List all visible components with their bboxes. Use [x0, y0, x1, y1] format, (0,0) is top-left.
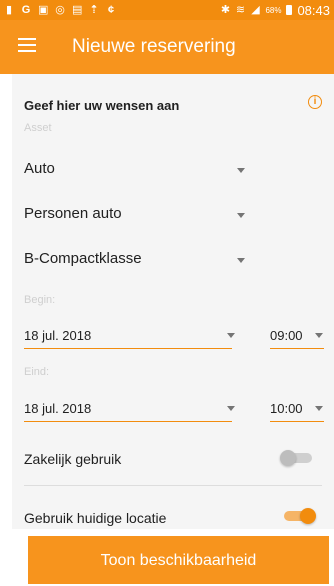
dropdown-caret-icon [237, 258, 245, 263]
page-title: Nieuwe reservering [72, 36, 236, 57]
end-label: Eind: [24, 366, 50, 378]
reservation-form: Geef hier uw wensen aan i Asset Auto Per… [12, 74, 334, 529]
end-date-underline [24, 421, 232, 422]
begin-date-picker[interactable]: 18 jul. 2018 [24, 322, 235, 346]
begin-time-underline [270, 348, 324, 349]
begin-time-value: 09:00 [270, 328, 303, 343]
current-location-toggle[interactable] [282, 506, 316, 526]
notification-icon: G [21, 4, 31, 16]
end-date-value: 18 jul. 2018 [24, 401, 92, 416]
dropdown-caret-icon [227, 406, 235, 411]
current-location-label: Gebruik huidige locatie [24, 510, 167, 526]
notification-icon: ▮ [5, 4, 13, 16]
notification-icon: ¢ [107, 4, 115, 16]
dropdown-caret-icon [315, 333, 323, 338]
asset-category-select[interactable]: Auto [24, 156, 252, 180]
dropdown-caret-icon [237, 168, 245, 173]
business-use-label: Zakelijk gebruik [24, 451, 122, 467]
system-icons: ✱ ≋ ◢ 68% 08:43 [220, 3, 330, 18]
bluetooth-icon: ✱ [220, 4, 231, 16]
app-bar: Nieuwe reservering [0, 20, 334, 74]
battery-icon [286, 5, 293, 15]
asset-category-value: Auto [24, 160, 55, 177]
signal-icon: ◢ [251, 4, 260, 16]
notification-icon: ▤ [72, 4, 83, 16]
show-availability-button[interactable]: Toon beschikbaarheid [28, 536, 329, 584]
asset-label: Asset [24, 122, 52, 134]
notification-icon: ▣ [38, 4, 49, 16]
upload-icon: ⇡ [89, 4, 99, 16]
asset-subcategory-value: Personen auto [24, 205, 122, 222]
asset-class-select[interactable]: B-Compactklasse [24, 246, 252, 270]
end-time-value: 10:00 [270, 401, 303, 416]
begin-time-picker[interactable]: 09:00 [270, 322, 326, 346]
begin-label: Begin: [24, 294, 56, 306]
end-time-underline [270, 421, 324, 422]
section-title: Geef hier uw wensen aan [24, 98, 180, 113]
clock: 08:43 [297, 2, 330, 18]
dropdown-caret-icon [237, 213, 245, 218]
end-date-picker[interactable]: 18 jul. 2018 [24, 395, 235, 419]
business-use-toggle[interactable] [280, 448, 314, 468]
asset-class-value: B-Compactklasse [24, 250, 142, 267]
end-time-picker[interactable]: 10:00 [270, 395, 326, 419]
divider [24, 485, 322, 486]
battery-percent: 68% [265, 5, 282, 15]
status-bar: ▮ G ▣ ◎ ▤ ⇡ ¢ ✱ ≋ ◢ 68% 08:43 [0, 0, 334, 20]
notification-icon: ◎ [55, 4, 65, 16]
dropdown-caret-icon [227, 333, 235, 338]
begin-date-value: 18 jul. 2018 [24, 328, 92, 343]
notification-icons: ▮ G ▣ ◎ ▤ ⇡ ¢ [4, 4, 116, 16]
begin-date-underline [24, 348, 232, 349]
toggle-thumb [280, 450, 296, 466]
asset-subcategory-select[interactable]: Personen auto [24, 201, 252, 225]
toggle-thumb [300, 508, 316, 524]
hamburger-menu-icon[interactable] [18, 38, 36, 52]
dropdown-caret-icon [315, 406, 323, 411]
wifi-icon: ≋ [235, 4, 246, 16]
info-icon[interactable]: i [308, 95, 322, 109]
